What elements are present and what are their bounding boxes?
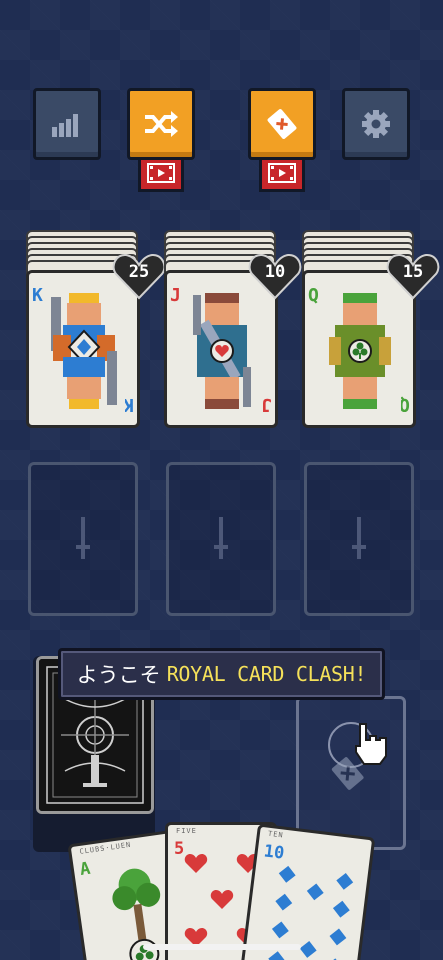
card-rank: 10	[262, 841, 286, 864]
home-indicator[interactable]	[143, 944, 301, 950]
discard-ad-tag[interactable]	[259, 160, 305, 192]
hp-value: 25	[128, 262, 150, 282]
sword-icon	[352, 517, 366, 559]
enemy-queen-stack[interactable]: Q Q 15	[302, 230, 440, 430]
video-icon	[147, 162, 175, 187]
discard-button[interactable]	[248, 88, 316, 160]
jack-portrait	[181, 287, 263, 415]
stats-button[interactable]	[33, 88, 101, 160]
sword-icon	[76, 517, 90, 559]
card-caption: FIVE	[176, 827, 197, 835]
tap-hand-icon	[355, 723, 387, 765]
game-title: ROYAL CARD CLASH!	[166, 662, 367, 686]
shuffle-button[interactable]	[127, 88, 195, 160]
attack-slot-3[interactable]	[304, 462, 414, 616]
gear-icon	[360, 108, 392, 140]
sword-icon	[214, 517, 228, 559]
discard-zone[interactable]	[296, 696, 406, 850]
card-rank: J	[170, 285, 181, 306]
card-rank: Q	[308, 285, 319, 306]
video-icon	[268, 162, 296, 187]
welcome-greeting: ようこそ	[76, 663, 161, 687]
card-rank: K	[32, 285, 43, 306]
king-portrait	[43, 287, 125, 415]
hp-heart-badge: 25	[112, 252, 166, 302]
settings-button[interactable]	[342, 88, 410, 160]
queen-portrait	[319, 287, 401, 415]
enemy-jack-stack[interactable]: J J 10	[164, 230, 302, 430]
bar-chart-icon	[50, 111, 84, 137]
hp-heart-badge: 10	[248, 252, 302, 302]
enemy-king-stack[interactable]: K K 25	[26, 230, 166, 430]
card-caption: CLUBS·LUEN	[78, 840, 132, 856]
card-rank: A	[78, 858, 92, 880]
welcome-banner: ようこそ ROYAL CARD CLASH!	[58, 648, 385, 700]
shuffle-ad-tag[interactable]	[138, 160, 184, 192]
hp-value: 10	[264, 262, 286, 282]
card-x-icon	[265, 107, 299, 141]
hp-value: 15	[402, 262, 424, 282]
hp-heart-badge: 15	[386, 252, 440, 302]
shuffle-icon	[143, 109, 179, 139]
hand-card-ten-diamonds[interactable]: TEN 10	[238, 823, 376, 960]
attack-slot-1[interactable]	[28, 462, 138, 616]
attack-slot-2[interactable]	[166, 462, 276, 616]
card-caption: TEN	[267, 829, 285, 840]
